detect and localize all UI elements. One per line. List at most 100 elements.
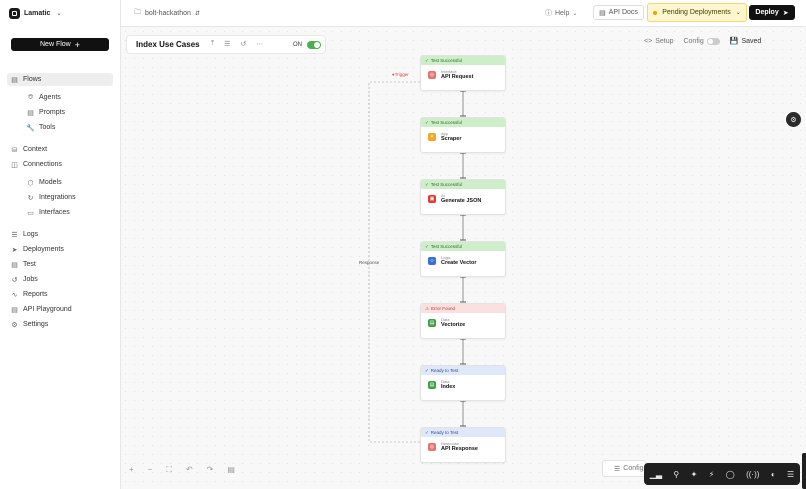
zoom-in-icon[interactable]: + xyxy=(129,465,134,475)
ai-icon: ▣ xyxy=(428,195,436,203)
api-request-icon: ◎ xyxy=(428,71,436,79)
data-icon: ▤ xyxy=(428,381,436,389)
models-icon: ⬡ xyxy=(27,179,34,187)
send-icon: ➤ xyxy=(782,9,789,17)
pending-label: Pending Deployments xyxy=(662,9,731,16)
node-body: ✶ App Scraper xyxy=(421,127,505,143)
pending-deployments-button[interactable]: Pending Deployments ⌄ xyxy=(647,3,747,22)
flow-node[interactable]: ✓ Ready to Test ▤ Data Index xyxy=(420,365,506,401)
sidebar-item-prompts[interactable]: ▤ Prompts xyxy=(26,106,65,119)
menu-icon[interactable]: ☰ xyxy=(787,470,794,479)
theme-icon[interactable]: ◐ xyxy=(771,470,776,479)
sidebar-item-label: Reports xyxy=(23,291,48,298)
help-label: Help xyxy=(555,9,570,17)
node-status-text: Test Successful xyxy=(430,244,463,249)
sidebar-item-reports[interactable]: ∿ Reports xyxy=(10,288,48,301)
redo-icon[interactable]: ↷ xyxy=(207,465,214,475)
undo-icon[interactable]: ↶ xyxy=(186,465,193,475)
flow-node[interactable]: ✓ Test Successful ◎ Interface API Request xyxy=(420,55,506,91)
node-status-text: Error Found xyxy=(431,306,456,311)
notes-icon[interactable]: ▤ xyxy=(227,465,235,475)
sidebar: Lamatic ⌄ New Flow + ▤ Flows ⎊ Agents ▤ … xyxy=(0,0,121,489)
check-icon: ✓ xyxy=(425,57,429,63)
node-name: Generate JSON xyxy=(441,198,482,204)
bottom-config-button[interactable]: ☰ Config xyxy=(602,460,646,477)
fit-view-icon[interactable]: ⛶ xyxy=(166,465,172,475)
sidebar-item-flows[interactable]: ▤ Flows xyxy=(7,73,113,86)
sidebar-item-label: Agents xyxy=(39,94,61,101)
sidebar-item-integrations[interactable]: ↻ Integrations xyxy=(26,191,76,204)
sidebar-item-label: Deployments xyxy=(23,246,64,253)
sidebar-item-models[interactable]: ⬡ Models xyxy=(26,176,62,189)
scraper-icon: ✶ xyxy=(428,133,436,141)
check-icon: ✓ xyxy=(425,181,429,187)
reports-icon: ∿ xyxy=(11,291,18,299)
flow-node[interactable]: ⚠ Error Found ▤ Data Vectorize xyxy=(420,303,506,339)
node-status-bar: ✓ Test Successful xyxy=(421,118,505,127)
new-flow-label: New Flow xyxy=(40,41,71,48)
sidebar-item-api-playground[interactable]: ▤ API Playground xyxy=(10,303,71,316)
flow-node[interactable]: ✓ Ready to Test ◎ Response API Response xyxy=(420,427,506,463)
search-icon[interactable]: ⚲ xyxy=(673,470,679,479)
response-edge-label: Response xyxy=(359,260,380,265)
chevron-up-down-icon: ⇵ xyxy=(194,11,200,17)
sidebar-item-label: Flows xyxy=(23,76,42,83)
flow-node[interactable]: ✓ Test Successful ‹› Logic Create Vector xyxy=(420,241,506,277)
interfaces-icon: ▭ xyxy=(27,209,34,217)
deployments-icon: ➤ xyxy=(11,246,18,254)
chevron-down-icon: ⌄ xyxy=(572,10,578,17)
chevron-down-icon: ⌄ xyxy=(56,10,62,17)
workspace-switcher[interactable]: Lamatic ⌄ xyxy=(9,7,62,19)
sidebar-item-jobs[interactable]: ↺ Jobs xyxy=(10,273,38,286)
sidebar-item-agents[interactable]: ⎊ Agents xyxy=(26,91,61,104)
node-name: Vectorize xyxy=(441,322,466,328)
lamatic-logo-icon xyxy=(9,7,20,19)
deploy-label: Deploy xyxy=(755,9,779,16)
bolt-icon[interactable]: ⚡ xyxy=(709,470,715,479)
flow-node[interactable]: ✓ Test Successful ▣ AI Generate JSON xyxy=(420,179,506,215)
context-icon: ⛁ xyxy=(11,146,18,154)
toggle-icon[interactable]: ◯ xyxy=(726,470,735,479)
check-icon: ✓ xyxy=(425,243,429,249)
plus-icon: + xyxy=(74,39,80,50)
flow-canvas[interactable]: Index Use Cases ⤒ ☰ ↺ ⋯ ON <> Setup Conf… xyxy=(121,27,806,489)
flow-node[interactable]: ✓ Test Successful ✶ App Scraper xyxy=(420,117,506,153)
node-status-bar: ✓ Test Successful xyxy=(421,242,505,251)
check-icon: ✓ xyxy=(425,429,429,435)
node-status-bar: ⚠ Error Found xyxy=(421,304,505,313)
sidebar-item-logs[interactable]: ☰ Logs xyxy=(10,228,38,241)
api-docs-button[interactable]: ▤ API Docs xyxy=(593,5,644,20)
agents-icon: ⎊ xyxy=(27,93,34,101)
help-menu[interactable]: ⓘ Help ⌄ xyxy=(545,8,577,18)
sidebar-item-settings[interactable]: ⚙ Settings xyxy=(10,318,48,331)
api-response-icon: ◎ xyxy=(428,443,436,451)
deploy-button[interactable]: Deploy ➤ xyxy=(749,5,795,20)
magic-icon[interactable]: ✦ xyxy=(691,470,698,479)
project-selector[interactable]: 🗀 bolt-hackathon ⇵ xyxy=(134,8,200,19)
sidebar-item-label: Models xyxy=(39,179,62,186)
new-flow-button[interactable]: New Flow + xyxy=(11,38,109,51)
node-name: Index xyxy=(441,384,456,390)
sidebar-item-interfaces[interactable]: ▭ Interfaces xyxy=(26,206,70,219)
node-status-text: Test Successful xyxy=(430,182,463,187)
test-icon: ▤ xyxy=(11,261,18,269)
node-body: ▣ AI Generate JSON xyxy=(421,189,505,205)
sidebar-item-deployments[interactable]: ➤ Deployments xyxy=(10,243,64,256)
chart-icon[interactable]: ▁▃ xyxy=(650,470,662,479)
sidebar-item-connections[interactable]: ◫ Connections xyxy=(10,158,62,171)
sidebar-item-label: Logs xyxy=(23,231,39,238)
zoom-out-icon[interactable]: − xyxy=(148,465,153,475)
sidebar-item-label: Jobs xyxy=(23,276,38,283)
canvas-controls: + − ⛶ ↶ ↷ ▤ xyxy=(129,465,235,475)
sidebar-item-test[interactable]: ▤ Test xyxy=(10,258,36,271)
sidebar-item-tools[interactable]: 🔧 Tools xyxy=(26,121,55,134)
sidebar-item-label: Interfaces xyxy=(39,209,70,216)
project-name: bolt-hackathon xyxy=(145,10,191,17)
docs-icon: ▤ xyxy=(599,9,606,17)
top-bar: 🗀 bolt-hackathon ⇵ ⓘ Help ⌄ ▤ API Docs P… xyxy=(121,0,806,27)
node-body: ▤ Data Vectorize xyxy=(421,313,505,329)
dock-handle[interactable] xyxy=(802,453,806,489)
data-icon: ▤ xyxy=(428,319,436,327)
sidebar-item-context[interactable]: ⛁ Context xyxy=(10,143,48,156)
broadcast-icon[interactable]: ((·)) xyxy=(746,470,759,479)
